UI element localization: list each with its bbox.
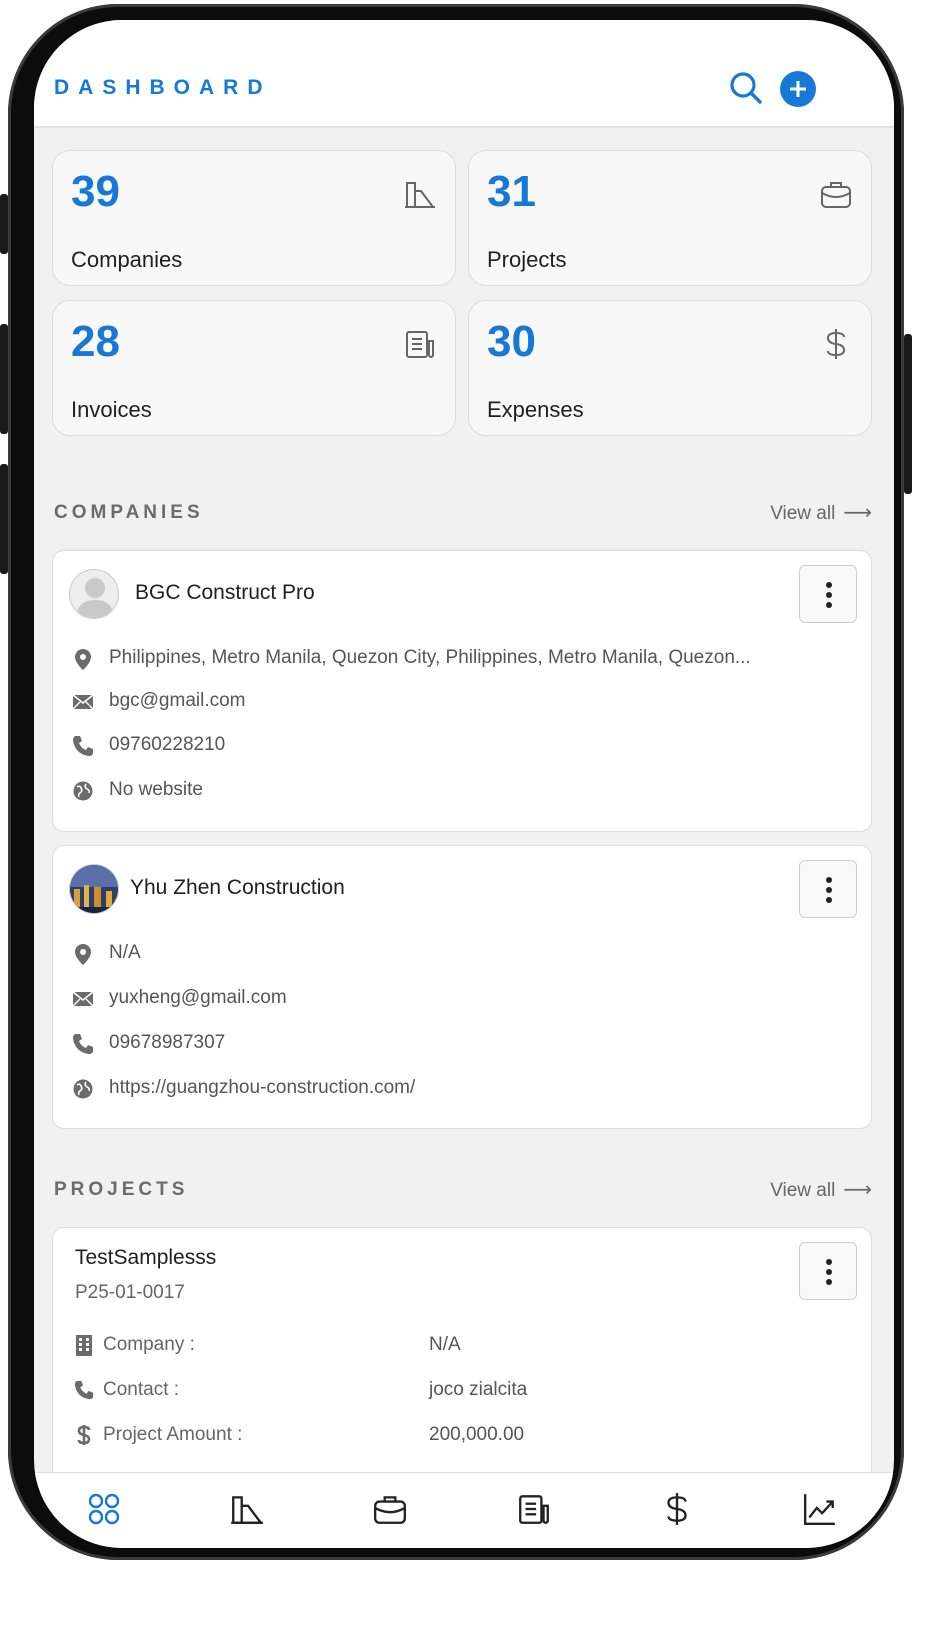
project-company-row: Company : N/A <box>73 1332 853 1362</box>
bottom-nav <box>34 1472 894 1548</box>
briefcase-icon <box>819 177 853 211</box>
kebab-dot <box>826 1259 832 1265</box>
section-title-projects: PROJECTS <box>54 1179 189 1200</box>
kebab-dot <box>826 1279 832 1285</box>
company-website-row: https://guangzhou-construction.com/ <box>71 1075 851 1105</box>
stat-value: 31 <box>487 167 536 216</box>
screen: DASHBOARD 39 Companies 31 Projects 28 In… <box>34 20 894 1548</box>
stat-label: Projects <box>487 247 567 272</box>
stat-label: Expenses <box>487 397 584 422</box>
dollar-icon <box>819 327 853 361</box>
view-all-label: View all <box>770 1180 836 1201</box>
more-options-button[interactable] <box>799 565 857 623</box>
building-icon <box>403 177 437 211</box>
company-address: Philippines, Metro Manila, Quezon City, … <box>109 647 751 668</box>
company-card[interactable]: Yhu Zhen Construction N/A yuxheng@gmail.… <box>52 845 872 1129</box>
company-address-row: N/A <box>71 940 851 970</box>
kebab-dot <box>826 877 832 883</box>
stat-label: Invoices <box>71 397 152 422</box>
field-label: Company : <box>103 1334 195 1355</box>
company-email: yuxheng@gmail.com <box>109 987 287 1008</box>
location-pin-icon <box>71 942 95 966</box>
add-icon[interactable] <box>780 71 816 107</box>
avatar <box>69 864 119 914</box>
view-all-projects-link[interactable]: View all ⟶ <box>770 1177 872 1202</box>
company-phone: 09760228210 <box>109 734 226 755</box>
more-options-button[interactable] <box>799 860 857 918</box>
company-website[interactable]: https://guangzhou-construction.com/ <box>109 1077 415 1099</box>
arrow-right-icon: ⟶ <box>843 1179 872 1201</box>
phone-icon <box>71 734 95 758</box>
company-card[interactable]: BGC Construct Pro Philippines, Metro Man… <box>52 550 872 832</box>
company-phone: 09678987307 <box>109 1032 226 1053</box>
company-name: Yhu Zhen Construction <box>130 876 345 899</box>
phone-icon <box>71 1032 95 1056</box>
office-building-icon <box>73 1334 95 1356</box>
stat-card-projects[interactable]: 31 Projects <box>468 150 872 286</box>
field-label: Contact : <box>103 1379 180 1400</box>
more-options-button[interactable] <box>799 1242 857 1300</box>
stat-card-expenses[interactable]: 30 Expenses <box>468 300 872 436</box>
phone-frame: DASHBOARD 39 Companies 31 Projects 28 In… <box>0 4 912 1560</box>
project-code: P25-01-0017 <box>75 1282 185 1303</box>
view-all-label: View all <box>770 503 836 524</box>
company-email-row: bgc@gmail.com <box>71 688 851 718</box>
company-email: bgc@gmail.com <box>109 690 246 711</box>
field-value: 200,000.00 <box>429 1424 525 1445</box>
field-value: joco zialcita <box>429 1379 528 1400</box>
building-icon[interactable] <box>229 1491 265 1527</box>
view-all-companies-link[interactable]: View all ⟶ <box>770 500 872 525</box>
invoice-icon <box>403 327 437 361</box>
company-website: No website <box>109 779 203 800</box>
envelope-icon <box>71 987 95 1011</box>
side-button <box>0 194 8 254</box>
kebab-dot <box>826 887 832 893</box>
field-value: N/A <box>429 1334 461 1355</box>
globe-icon <box>71 1077 95 1101</box>
section-title-companies: COMPANIES <box>54 502 204 523</box>
dollar-icon <box>73 1424 95 1446</box>
globe-icon <box>71 779 95 803</box>
project-contact-row: Contact : joco zialcita <box>73 1377 853 1407</box>
stat-card-companies[interactable]: 39 Companies <box>52 150 456 286</box>
kebab-dot <box>826 592 832 598</box>
kebab-dot <box>826 602 832 608</box>
stat-label: Companies <box>71 247 183 272</box>
company-email-row: yuxheng@gmail.com <box>71 985 851 1015</box>
dollar-icon[interactable] <box>659 1491 695 1527</box>
page-title: DASHBOARD <box>54 76 272 99</box>
project-name: TestSamplesss <box>75 1246 217 1269</box>
company-address: N/A <box>109 942 141 963</box>
stat-value: 30 <box>487 317 536 366</box>
volume-up-button <box>0 324 8 434</box>
stat-card-invoices[interactable]: 28 Invoices <box>52 300 456 436</box>
briefcase-icon[interactable] <box>372 1491 408 1527</box>
avatar <box>69 569 119 619</box>
project-amount-row: Project Amount : 200,000.00 <box>73 1422 853 1452</box>
company-phone-row: 09760228210 <box>71 732 851 762</box>
invoice-icon[interactable] <box>516 1491 552 1527</box>
company-phone-row: 09678987307 <box>71 1030 851 1060</box>
kebab-dot <box>826 897 832 903</box>
stat-value: 39 <box>71 167 120 216</box>
arrow-right-icon: ⟶ <box>843 502 872 524</box>
field-label: Project Amount : <box>103 1424 243 1445</box>
location-pin-icon <box>71 647 95 671</box>
stat-value: 28 <box>71 317 120 366</box>
phone-icon <box>73 1379 95 1401</box>
envelope-icon <box>71 690 95 714</box>
company-address-row: Philippines, Metro Manila, Quezon City, … <box>71 645 851 675</box>
search-icon[interactable] <box>728 70 764 106</box>
chart-icon[interactable] <box>802 1491 838 1527</box>
app-header: DASHBOARD <box>34 20 894 128</box>
kebab-dot <box>826 1269 832 1275</box>
power-button <box>904 334 912 494</box>
company-website-row: No website <box>71 777 851 807</box>
company-name: BGC Construct Pro <box>135 581 315 604</box>
kebab-dot <box>826 582 832 588</box>
volume-down-button <box>0 464 8 574</box>
dashboard-icon[interactable] <box>86 1491 122 1527</box>
